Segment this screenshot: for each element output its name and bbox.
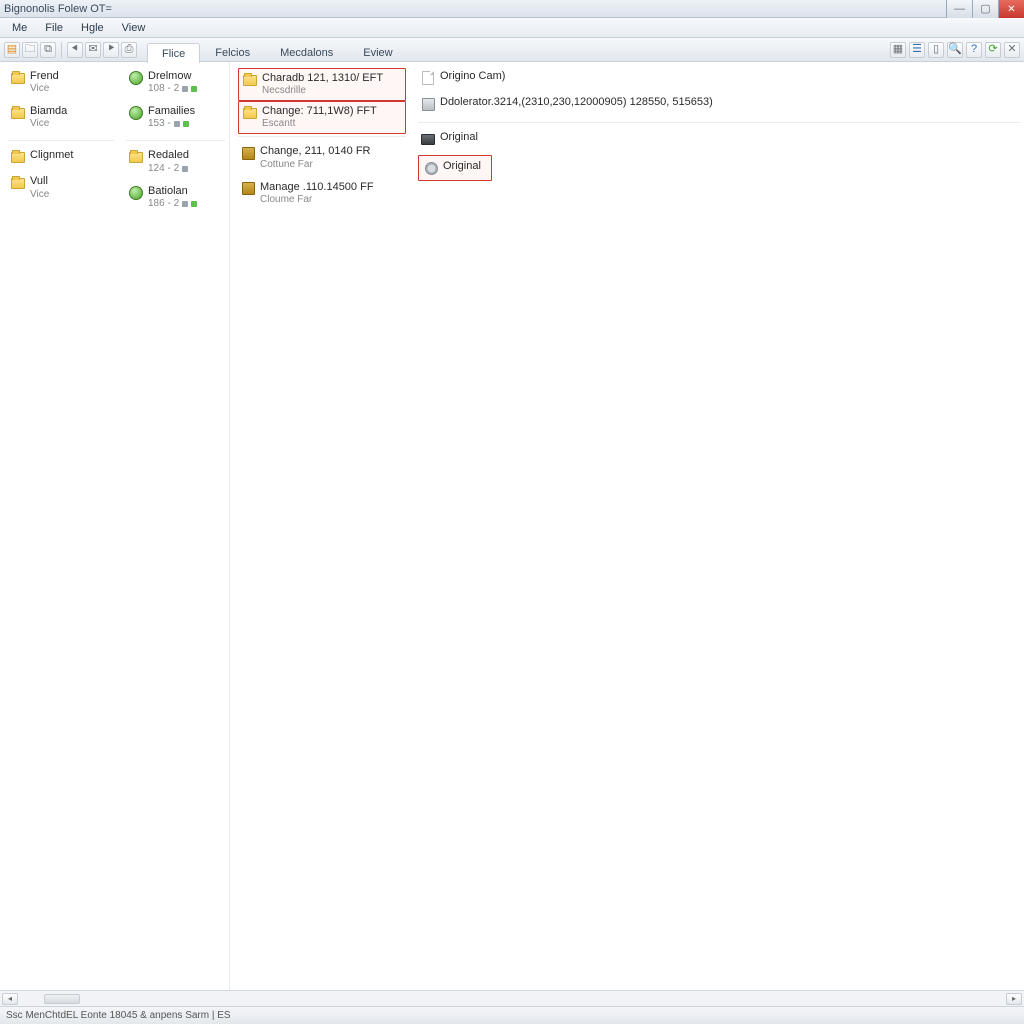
titlebar: Bignonolis Folew OT= — ▢ ✕ bbox=[0, 0, 1024, 18]
tool-copy-icon[interactable]: ⧉ bbox=[40, 42, 56, 58]
folder-icon bbox=[10, 105, 26, 121]
column-1: FrendVice BiamdaVice Clignmet VullVice bbox=[0, 62, 118, 990]
list-item[interactable]: VullVice bbox=[8, 173, 114, 208]
disk-icon bbox=[420, 96, 436, 112]
menu-item-3[interactable]: View bbox=[114, 20, 154, 36]
tab-2[interactable]: Mecdalons bbox=[265, 42, 348, 62]
folder-icon bbox=[242, 105, 258, 121]
divider bbox=[8, 140, 114, 141]
close-button[interactable]: ✕ bbox=[998, 0, 1024, 18]
column-2: Drelmow108 - 2 Famailies153 - Redaled124… bbox=[118, 62, 230, 990]
scroll-thumb[interactable] bbox=[44, 994, 80, 1004]
list-item[interactable]: Famailies153 - bbox=[126, 103, 225, 138]
scroll-left-button[interactable]: ◂ bbox=[2, 993, 18, 1005]
scroll-right-button[interactable]: ▸ bbox=[1006, 993, 1022, 1005]
tab-0[interactable]: Flice bbox=[147, 43, 200, 63]
page-icon[interactable]: ▯ bbox=[928, 42, 944, 58]
toolbar-left: ▤ 🗀 ⧉ ⯇ ✉ ⯈ ⎙ bbox=[4, 42, 137, 58]
tool-print-icon[interactable]: ⎙ bbox=[121, 42, 137, 58]
tool-back-icon[interactable]: ⯇ bbox=[67, 42, 83, 58]
list-item[interactable]: Drelmow108 - 2 bbox=[126, 68, 225, 103]
folder-icon bbox=[10, 149, 26, 165]
list-item[interactable]: Batiolan186 - 2 bbox=[126, 183, 225, 218]
maximize-button[interactable]: ▢ bbox=[972, 0, 998, 18]
toolbar-right: ▦ ☰ ▯ 🔍 ? ⟳ ✕ bbox=[890, 42, 1020, 58]
list-item[interactable]: Change: 711,1W8) FFTEscantt bbox=[238, 101, 406, 134]
tool-open-icon[interactable]: 🗀 bbox=[22, 42, 38, 58]
folder-icon bbox=[10, 175, 26, 191]
toolbar-separator bbox=[61, 42, 62, 58]
tab-1[interactable]: Felcios bbox=[200, 42, 265, 62]
horizontal-scrollbar[interactable]: ◂ ▸ bbox=[0, 990, 1024, 1006]
globe-icon bbox=[128, 70, 144, 86]
globe-icon bbox=[128, 185, 144, 201]
column-3: Charadb 121, 1310/ EFTNecsdrille Change:… bbox=[230, 62, 410, 990]
toolbar: ▤ 🗀 ⧉ ⯇ ✉ ⯈ ⎙ Flice Felcios Mecdalons Ev… bbox=[0, 38, 1024, 62]
refresh-icon[interactable]: ⟳ bbox=[985, 42, 1001, 58]
list-item[interactable]: Charadb 121, 1310/ EFTNecsdrille bbox=[238, 68, 406, 101]
divider bbox=[238, 136, 406, 137]
close-small-icon[interactable]: ✕ bbox=[1004, 42, 1020, 58]
column-4: Origino Cam) Ddolerator.3214,(2310,230,1… bbox=[410, 62, 1024, 990]
help-icon[interactable]: ? bbox=[966, 42, 982, 58]
list-item[interactable]: Original bbox=[418, 129, 1020, 155]
content: FrendVice BiamdaVice Clignmet VullVice D… bbox=[0, 62, 1024, 990]
divider bbox=[126, 140, 225, 141]
list-icon[interactable]: ☰ bbox=[909, 42, 925, 58]
menubar: Me File Hgle View bbox=[0, 18, 1024, 38]
gear-icon bbox=[423, 160, 439, 176]
tool-save-icon[interactable]: ▤ bbox=[4, 42, 20, 58]
monitor-icon bbox=[420, 131, 436, 147]
menu-item-0[interactable]: Me bbox=[4, 20, 35, 36]
menu-item-1[interactable]: File bbox=[37, 20, 71, 36]
calendar-icon[interactable]: ▦ bbox=[890, 42, 906, 58]
list-item[interactable]: Clignmet bbox=[8, 147, 114, 173]
window-controls: — ▢ ✕ bbox=[946, 0, 1024, 18]
list-item[interactable]: Change, 211, 0140 FRCottune Far bbox=[238, 143, 406, 178]
list-item[interactable]: Manage .110.14500 FFCloume Far bbox=[238, 179, 406, 214]
window-title: Bignonolis Folew OT= bbox=[4, 3, 112, 15]
chip-icon bbox=[240, 181, 256, 197]
divider bbox=[418, 122, 1020, 123]
list-item[interactable]: Redaled124 - 2 bbox=[126, 147, 225, 182]
status-text: Ssc MenChtdEL Eonte 18045 & anpens Sarm … bbox=[6, 1010, 231, 1021]
tool-mail-icon[interactable]: ✉ bbox=[85, 42, 101, 58]
list-item[interactable]: BiamdaVice bbox=[8, 103, 114, 138]
search-icon[interactable]: 🔍 bbox=[947, 42, 963, 58]
list-item[interactable]: Original bbox=[418, 155, 492, 181]
list-item[interactable]: Origino Cam) bbox=[418, 68, 1020, 94]
statusbar: Ssc MenChtdEL Eonte 18045 & anpens Sarm … bbox=[0, 1006, 1024, 1024]
tabs: Flice Felcios Mecdalons Eview bbox=[147, 38, 408, 62]
tool-forward-icon[interactable]: ⯈ bbox=[103, 42, 119, 58]
page-icon bbox=[420, 70, 436, 86]
folder-icon bbox=[242, 72, 258, 88]
chip-icon bbox=[240, 145, 256, 161]
list-item[interactable]: FrendVice bbox=[8, 68, 114, 103]
globe-icon bbox=[128, 105, 144, 121]
menu-item-2[interactable]: Hgle bbox=[73, 20, 112, 36]
folder-icon bbox=[128, 149, 144, 165]
minimize-button[interactable]: — bbox=[946, 0, 972, 18]
list-item[interactable]: Ddolerator.3214,(2310,230,12000905) 1285… bbox=[418, 94, 1020, 120]
folder-icon bbox=[10, 70, 26, 86]
tab-3[interactable]: Eview bbox=[348, 42, 407, 62]
